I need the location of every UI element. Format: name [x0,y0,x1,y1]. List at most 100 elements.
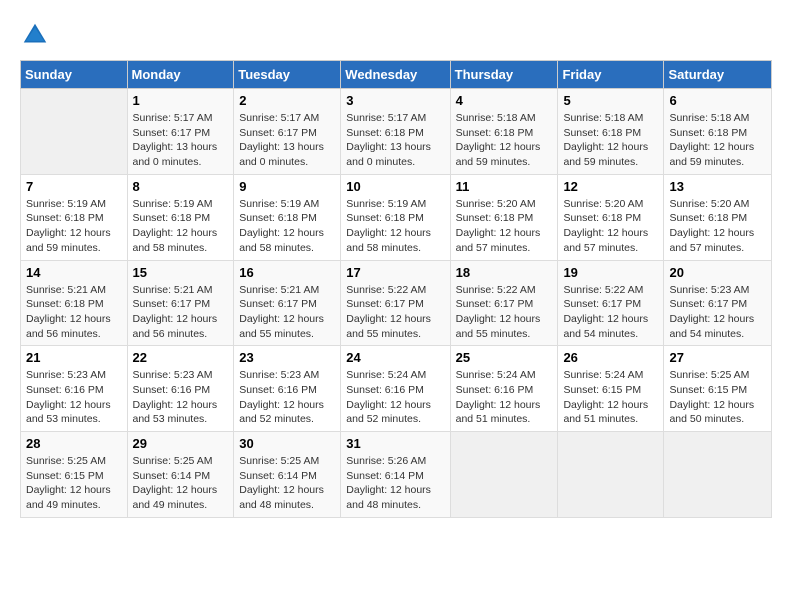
day-number: 13 [669,179,766,194]
day-number: 29 [133,436,229,451]
calendar-cell: 24 Sunrise: 5:24 AMSunset: 6:16 PMDayligh… [341,346,450,432]
calendar-cell: 3 Sunrise: 5:17 AMSunset: 6:18 PMDaylight… [341,89,450,175]
calendar-header-row: SundayMondayTuesdayWednesdayThursdayFrid… [21,61,772,89]
day-of-week-header: Monday [127,61,234,89]
day-number: 31 [346,436,444,451]
calendar-cell: 28 Sunrise: 5:25 AMSunset: 6:15 PMDayligh… [21,432,128,518]
day-info: Sunrise: 5:20 AMSunset: 6:18 PMDaylight:… [456,197,553,256]
day-number: 24 [346,350,444,365]
calendar-cell: 16 Sunrise: 5:21 AMSunset: 6:17 PMDayligh… [234,260,341,346]
calendar-week-row: 28 Sunrise: 5:25 AMSunset: 6:15 PMDayligh… [21,432,772,518]
calendar-cell: 12Sunrise: 5:20 AMSunset: 6:18 PMDayligh… [558,174,664,260]
day-info: Sunrise: 5:22 AMSunset: 6:17 PMDaylight:… [563,283,658,342]
day-number: 25 [456,350,553,365]
day-number: 16 [239,265,335,280]
calendar-cell: 7 Sunrise: 5:19 AMSunset: 6:18 PMDaylight… [21,174,128,260]
calendar-cell: 14 Sunrise: 5:21 AMSunset: 6:18 PMDayligh… [21,260,128,346]
calendar-week-row: 14 Sunrise: 5:21 AMSunset: 6:18 PMDayligh… [21,260,772,346]
calendar-cell [21,89,128,175]
calendar-week-row: 7 Sunrise: 5:19 AMSunset: 6:18 PMDaylight… [21,174,772,260]
day-number: 21 [26,350,122,365]
day-info: Sunrise: 5:25 AMSunset: 6:14 PMDaylight:… [133,454,229,513]
day-info: Sunrise: 5:24 AMSunset: 6:15 PMDaylight:… [563,368,658,427]
calendar-cell: 5 Sunrise: 5:18 AMSunset: 6:18 PMDaylight… [558,89,664,175]
day-number: 6 [669,93,766,108]
day-number: 26 [563,350,658,365]
day-info: Sunrise: 5:19 AMSunset: 6:18 PMDaylight:… [133,197,229,256]
day-number: 8 [133,179,229,194]
calendar-cell: 8 Sunrise: 5:19 AMSunset: 6:18 PMDaylight… [127,174,234,260]
calendar-cell: 9 Sunrise: 5:19 AMSunset: 6:18 PMDaylight… [234,174,341,260]
calendar-cell: 13 Sunrise: 5:20 AMSunset: 6:18 PMDayligh… [664,174,772,260]
calendar-cell: 27Sunrise: 5:25 AMSunset: 6:15 PMDayligh… [664,346,772,432]
calendar-cell: 25 Sunrise: 5:24 AMSunset: 6:16 PMDayligh… [450,346,558,432]
calendar-cell: 22Sunrise: 5:23 AMSunset: 6:16 PMDayligh… [127,346,234,432]
logo [20,20,54,50]
calendar-cell: 1Sunrise: 5:17 AMSunset: 6:17 PMDaylight… [127,89,234,175]
calendar-cell: 21 Sunrise: 5:23 AMSunset: 6:16 PMDayligh… [21,346,128,432]
day-info: Sunrise: 5:23 AMSunset: 6:16 PMDaylight:… [133,368,229,427]
day-info: Sunrise: 5:18 AMSunset: 6:18 PMDaylight:… [456,111,553,170]
calendar-cell: 26 Sunrise: 5:24 AMSunset: 6:15 PMDayligh… [558,346,664,432]
day-number: 20 [669,265,766,280]
day-of-week-header: Wednesday [341,61,450,89]
day-number: 19 [563,265,658,280]
day-number: 5 [563,93,658,108]
day-number: 28 [26,436,122,451]
day-of-week-header: Sunday [21,61,128,89]
logo-icon [20,20,50,50]
day-number: 15 [133,265,229,280]
calendar-cell: 2Sunrise: 5:17 AMSunset: 6:17 PMDaylight… [234,89,341,175]
calendar-cell: 20Sunrise: 5:23 AMSunset: 6:17 PMDayligh… [664,260,772,346]
calendar-cell [664,432,772,518]
day-info: Sunrise: 5:19 AMSunset: 6:18 PMDaylight:… [239,197,335,256]
day-info: Sunrise: 5:23 AMSunset: 6:16 PMDaylight:… [239,368,335,427]
day-number: 4 [456,93,553,108]
day-number: 10 [346,179,444,194]
day-info: Sunrise: 5:20 AMSunset: 6:18 PMDaylight:… [669,197,766,256]
day-info: Sunrise: 5:18 AMSunset: 6:18 PMDaylight:… [669,111,766,170]
day-number: 3 [346,93,444,108]
day-number: 14 [26,265,122,280]
day-info: Sunrise: 5:17 AMSunset: 6:18 PMDaylight:… [346,111,444,170]
day-info: Sunrise: 5:17 AMSunset: 6:17 PMDaylight:… [133,111,229,170]
day-of-week-header: Thursday [450,61,558,89]
day-number: 17 [346,265,444,280]
day-info: Sunrise: 5:24 AMSunset: 6:16 PMDaylight:… [346,368,444,427]
day-number: 27 [669,350,766,365]
calendar-table: SundayMondayTuesdayWednesdayThursdayFrid… [20,60,772,518]
day-of-week-header: Saturday [664,61,772,89]
day-number: 30 [239,436,335,451]
day-number: 9 [239,179,335,194]
calendar-cell: 18Sunrise: 5:22 AMSunset: 6:17 PMDayligh… [450,260,558,346]
calendar-cell: 17Sunrise: 5:22 AMSunset: 6:17 PMDayligh… [341,260,450,346]
day-info: Sunrise: 5:26 AMSunset: 6:14 PMDaylight:… [346,454,444,513]
calendar-cell: 30Sunrise: 5:25 AMSunset: 6:14 PMDayligh… [234,432,341,518]
day-info: Sunrise: 5:19 AMSunset: 6:18 PMDaylight:… [346,197,444,256]
day-info: Sunrise: 5:23 AMSunset: 6:16 PMDaylight:… [26,368,122,427]
calendar-cell: 10 Sunrise: 5:19 AMSunset: 6:18 PMDayligh… [341,174,450,260]
day-number: 18 [456,265,553,280]
day-number: 12 [563,179,658,194]
calendar-cell: 4 Sunrise: 5:18 AMSunset: 6:18 PMDaylight… [450,89,558,175]
day-info: Sunrise: 5:21 AMSunset: 6:18 PMDaylight:… [26,283,122,342]
calendar-cell: 31 Sunrise: 5:26 AMSunset: 6:14 PMDayligh… [341,432,450,518]
day-of-week-header: Tuesday [234,61,341,89]
calendar-cell: 6 Sunrise: 5:18 AMSunset: 6:18 PMDaylight… [664,89,772,175]
calendar-cell [558,432,664,518]
day-info: Sunrise: 5:24 AMSunset: 6:16 PMDaylight:… [456,368,553,427]
day-info: Sunrise: 5:21 AMSunset: 6:17 PMDaylight:… [133,283,229,342]
day-info: Sunrise: 5:25 AMSunset: 6:15 PMDaylight:… [26,454,122,513]
calendar-week-row: 21 Sunrise: 5:23 AMSunset: 6:16 PMDayligh… [21,346,772,432]
calendar-cell: 23 Sunrise: 5:23 AMSunset: 6:16 PMDayligh… [234,346,341,432]
day-info: Sunrise: 5:19 AMSunset: 6:18 PMDaylight:… [26,197,122,256]
calendar-week-row: 1Sunrise: 5:17 AMSunset: 6:17 PMDaylight… [21,89,772,175]
calendar-cell: 29 Sunrise: 5:25 AMSunset: 6:14 PMDayligh… [127,432,234,518]
day-info: Sunrise: 5:21 AMSunset: 6:17 PMDaylight:… [239,283,335,342]
page-header [20,20,772,50]
day-number: 11 [456,179,553,194]
day-number: 23 [239,350,335,365]
day-number: 7 [26,179,122,194]
day-info: Sunrise: 5:18 AMSunset: 6:18 PMDaylight:… [563,111,658,170]
calendar-cell: 11 Sunrise: 5:20 AMSunset: 6:18 PMDayligh… [450,174,558,260]
